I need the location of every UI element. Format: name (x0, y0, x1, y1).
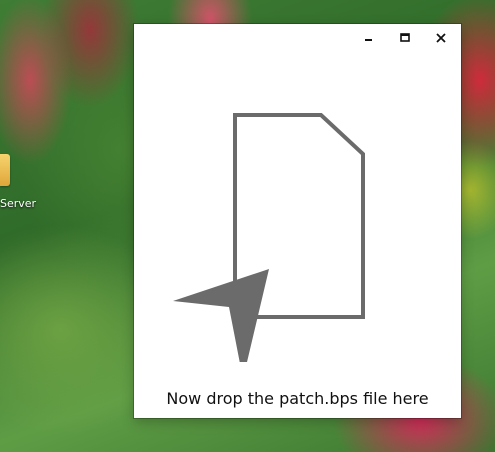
drop-instruction: Now drop the patch.bps file here (166, 389, 429, 408)
close-icon (436, 33, 446, 43)
desktop-shortcut-label: Server (0, 197, 37, 210)
file-drop-zone[interactable]: Now drop the patch.bps file here (134, 52, 461, 418)
maximize-button[interactable] (392, 27, 418, 49)
drop-illustration (173, 113, 365, 362)
desktop-shortcut-server[interactable]: Server (0, 150, 44, 220)
patch-drop-window: Now drop the patch.bps file here (134, 24, 461, 418)
window-titlebar[interactable] (134, 24, 461, 52)
minimize-button[interactable] (356, 27, 382, 49)
maximize-icon (400, 33, 410, 42)
close-button[interactable] (428, 27, 454, 49)
folder-icon (0, 154, 10, 186)
minimize-icon (365, 39, 372, 41)
cursor-arrow-icon (173, 269, 269, 362)
